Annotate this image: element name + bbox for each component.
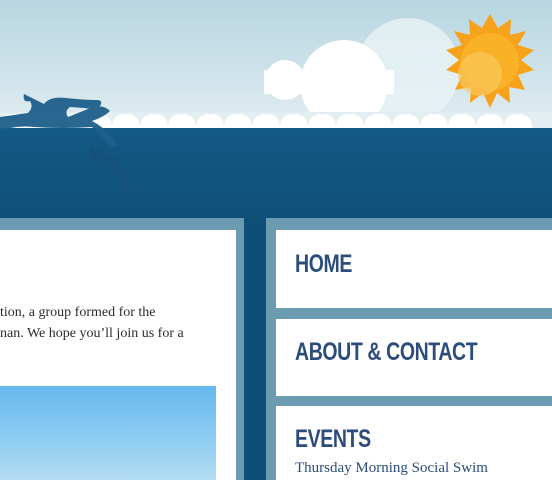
nav-link-home[interactable]: HOME bbox=[295, 250, 495, 279]
nav-item-events: EVENTS Thursday Morning Social Swim bbox=[276, 406, 552, 480]
intro-line-2: nan. We hope you’ll join us for a bbox=[0, 326, 184, 341]
main-content: tion, a group formed for the nan. We hop… bbox=[0, 230, 236, 480]
column-gutter bbox=[244, 218, 266, 480]
nav-item-home[interactable]: HOME bbox=[276, 230, 552, 308]
nav-link-events[interactable]: EVENTS bbox=[295, 425, 495, 454]
sun-icon bbox=[446, 14, 534, 108]
nav-link-about[interactable]: ABOUT & CONTACT bbox=[295, 338, 495, 367]
nav-item-about[interactable]: ABOUT & CONTACT bbox=[276, 319, 552, 396]
header-illustration bbox=[0, 14, 552, 195]
event-link-social-swim[interactable]: Thursday Morning Social Swim bbox=[295, 460, 552, 477]
swim-photo bbox=[0, 386, 216, 480]
intro-line-1: tion, a group formed for the bbox=[0, 305, 156, 320]
column-divider bbox=[236, 218, 244, 480]
swimmer-icon bbox=[0, 94, 134, 195]
intro-text: tion, a group formed for the nan. We hop… bbox=[0, 302, 236, 344]
